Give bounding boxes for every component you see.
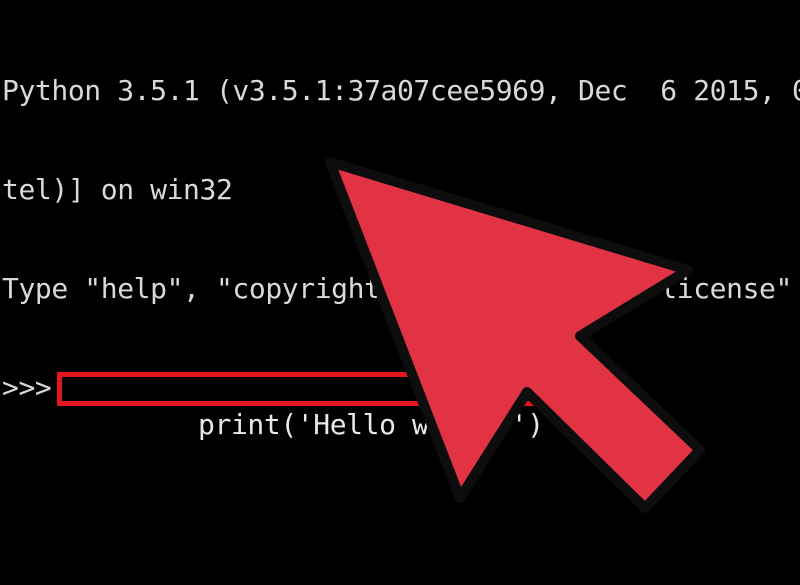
- python-console-window: Python 3.5.1 (v3.5.1:37a07cee5969, Dec 6…: [0, 0, 800, 585]
- arrow-pointer-icon: [325, 157, 705, 513]
- arrow-pointer-shape: [325, 157, 705, 513]
